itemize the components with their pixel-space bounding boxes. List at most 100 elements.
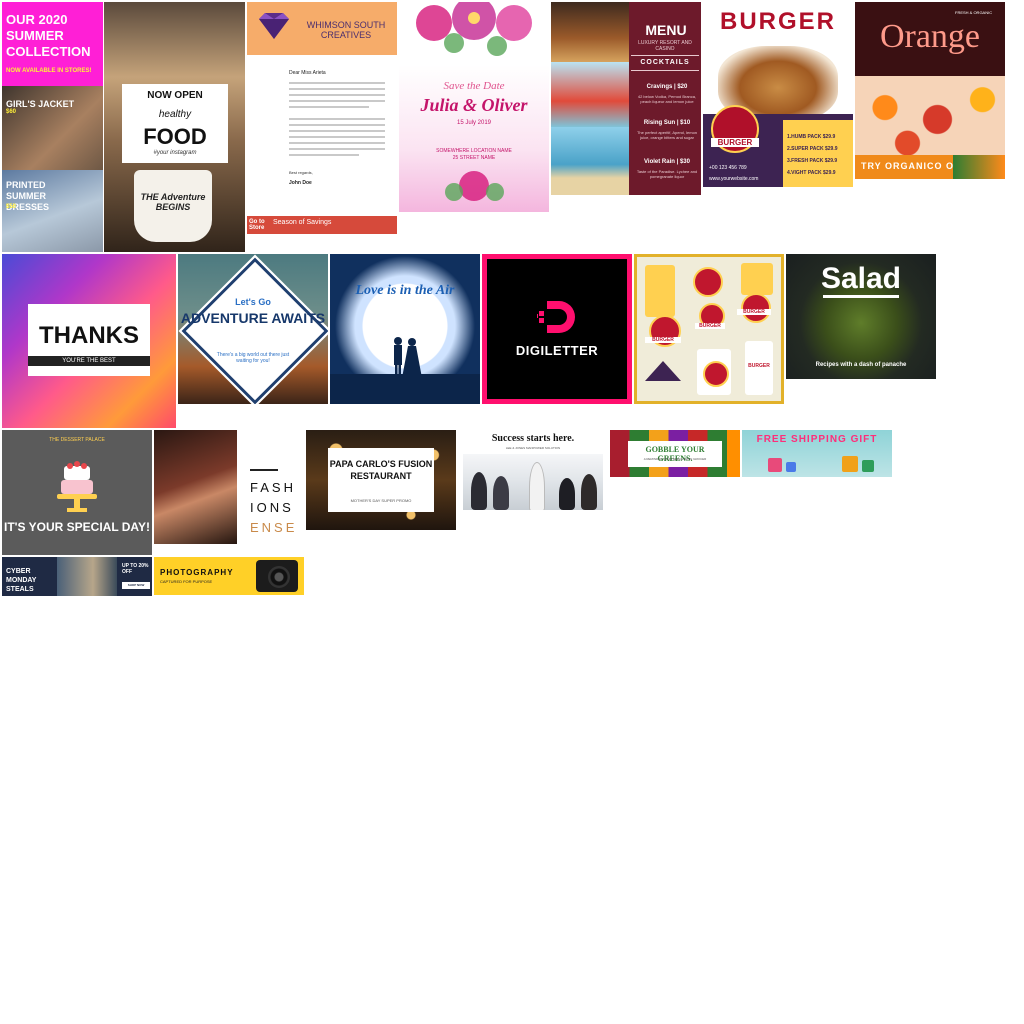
person (493, 476, 509, 510)
subline: NOW AVAILABLE IN STORES! (6, 68, 92, 74)
logo-label: BURGER (737, 309, 771, 315)
couple-silhouette-icon (394, 337, 422, 378)
title: CYBER MONDAY STEALS (6, 568, 37, 593)
person (559, 478, 575, 510)
flower-decoration-icon (416, 2, 532, 56)
text-card: PAPA CARLO'S FUSION RESTAURANT MOTHER'S … (328, 448, 434, 512)
tagline: FRESH & ORGANIC (955, 10, 993, 15)
template-summer-collection[interactable]: OUR 2020 SUMMER COLLECTION NOW AVAILABLE… (2, 2, 103, 252)
item-label: GIRL'S JACKET (6, 99, 75, 109)
template-success[interactable]: Success starts here. LEE & JONES MANPOWE… (458, 430, 608, 510)
diamond-frame (178, 254, 328, 404)
price-row: 2.SUPER PACK $29.9 (787, 146, 838, 152)
menu-title: MENU (645, 22, 687, 38)
text-line (289, 130, 385, 132)
text-line (289, 154, 359, 156)
text-line (289, 100, 385, 102)
person (529, 462, 545, 510)
title: THANKS (39, 322, 139, 349)
logo-text: BURGER (711, 138, 759, 147)
underline (823, 295, 899, 298)
salutation: Dear Miss Arieta (289, 70, 326, 76)
location: SOMEWHERE LOCATION NAME 25 STREET NAME (399, 148, 549, 162)
template-gobble-greens[interactable]: GOBBLE YOUR GREENS. A REMINDER FROM BEEC… (610, 430, 740, 477)
drinks-photo (551, 2, 629, 62)
closing: Best regards, (289, 170, 313, 175)
text-line (289, 142, 385, 144)
cake-icon (57, 461, 97, 512)
text-line (289, 118, 385, 120)
text-line (289, 88, 385, 90)
logo-label: BURGER (695, 323, 725, 329)
item-label: PRINTED SUMMER DRESSES (6, 180, 50, 212)
headline: OUR 2020 SUMMER COLLECTION (6, 12, 91, 59)
template-digiletter[interactable]: DIGILETTER (482, 254, 632, 404)
template-letterhead[interactable]: WHIMSON SOUTH CREATIVES Dear Miss Arieta… (247, 2, 397, 234)
burger-logo-icon (693, 267, 723, 297)
template-burger-branding[interactable]: BURGER BURGER BURGER BURGER (634, 254, 784, 404)
subtitle: YOU'RE THE BEST (28, 356, 150, 366)
template-photography[interactable]: PHOTOGRAPHY CAPTURED FOR PURPOSE (154, 557, 304, 595)
footer-left: Go to Store (249, 219, 265, 231)
text-card: GOBBLE YOUR GREENS. A REMINDER FROM BEEC… (628, 441, 722, 467)
ground (330, 374, 480, 404)
template-now-open-food[interactable]: NOW OPEN healthy FOOD #your instagram TH… (104, 2, 245, 252)
offer: UP TO 20% OFF (122, 563, 149, 575)
gem-logo-icon (259, 13, 289, 39)
event-date: 15 July 2019 (456, 120, 492, 126)
template-love-in-the-air[interactable]: Love is in the Air (330, 254, 480, 404)
menu-item-desc: The perfect aperitif, Aperol, lemon juic… (636, 130, 698, 140)
menu-item-desc: 42 below Vodka, Pernod Branca, peach liq… (637, 94, 697, 104)
template-orange[interactable]: FRESH & ORGANIC Orange TRY ORGANICO ORAN… (855, 2, 1005, 179)
template-fashion-sense[interactable]: FASH IONS ENSE (154, 430, 304, 544)
gift-icon (862, 460, 874, 472)
template-special-day[interactable]: THE DESSERT PALACE IT'S YOUR SPECIAL DAY… (2, 430, 152, 555)
title: Orange (879, 18, 981, 55)
location-line: SOMEWHERE LOCATION NAME (436, 148, 512, 154)
burger-logo-icon (703, 361, 729, 387)
template-burger-flyer[interactable]: BURGER BURGER 1.HUMB PACK $29.9 2.SUPER … (703, 2, 853, 187)
gift-icon (842, 456, 858, 472)
text-line (289, 124, 385, 126)
title: ADVENTURE AWAITS (180, 310, 326, 326)
text-line (289, 82, 385, 84)
title-line: ENSE (250, 520, 298, 535)
template-papa-carlos[interactable]: PAPA CARLO'S FUSION RESTAURANT MOTHER'S … (306, 430, 456, 530)
title: FREE SHIPPING GIFT (756, 434, 878, 445)
template-adventure-awaits[interactable]: Let's Go ADVENTURE AWAITS There's a big … (178, 254, 328, 404)
menu-item: Cravings | $20 (646, 84, 688, 90)
template-cyber-monday[interactable]: CYBER MONDAY STEALS UP TO 20% OFF SHOP N… (2, 557, 152, 596)
hashtag: #your instagram (153, 150, 197, 156)
title: PAPA CARLO'S FUSION RESTAURANT (329, 459, 433, 481)
title: Success starts here. (491, 433, 575, 444)
template-cocktail-menu[interactable]: MENU LUXURY RESORT AND CASINO COCKTAILS … (551, 2, 701, 195)
gift-icon (786, 462, 796, 472)
menu-item: Violet Rain | $30 (644, 159, 690, 165)
menu-item-desc: Taste of the Paradise. Lychee and pomegr… (636, 169, 698, 179)
signature: John Doe (289, 180, 312, 186)
mug-text: THE Adventure BEGINS (140, 192, 206, 212)
item-price: $60 (6, 109, 17, 115)
brand: THE DESSERT PALACE (49, 437, 105, 443)
text-line (289, 148, 385, 150)
line: healthy (158, 109, 192, 120)
save-label: Save the Date (443, 80, 505, 92)
flower-decoration-icon (445, 171, 504, 201)
logo-label: BURGER (645, 337, 681, 343)
subtitle: CAPTURED FOR PURPOSE (160, 579, 213, 584)
template-thanks[interactable]: THANKS YOU'RE THE BEST (2, 254, 176, 428)
text-line (289, 136, 385, 138)
phone-number: +00 123 456 789 (709, 165, 747, 171)
d-logo-icon (537, 301, 575, 333)
gift-icon (768, 458, 782, 472)
text-line (289, 106, 369, 108)
menu-card (645, 265, 675, 317)
lead-line: Let's Go (235, 297, 271, 307)
template-save-the-date[interactable]: Save the Date Julia & Oliver 15 July 201… (399, 2, 549, 212)
title: Love is in the Air (355, 283, 455, 298)
template-salad[interactable]: Salad Recipes with a dash of panache (786, 254, 936, 379)
subtitle: LEE & JONES MANPOWER SOLUTION (505, 446, 561, 450)
person (471, 472, 487, 510)
title-line: IONS (250, 500, 294, 515)
template-free-shipping[interactable]: FREE SHIPPING GIFT (742, 430, 892, 477)
